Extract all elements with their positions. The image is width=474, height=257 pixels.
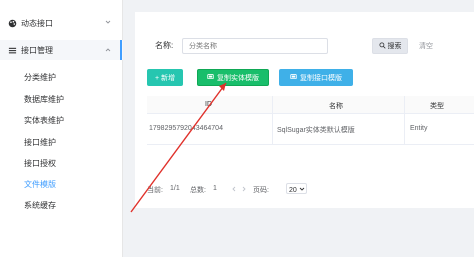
column-header-type: 类型 — [430, 103, 444, 110]
search-button-label: 搜索 — [387, 43, 402, 50]
sidebar-item-category[interactable]: 分类维护 — [0, 68, 56, 86]
sidebar-item-api-authorization[interactable]: 接口授权 — [0, 154, 56, 172]
search-button[interactable]: 搜索 — [372, 38, 408, 54]
copy-entity-template-button[interactable]: 复制实体模版 — [197, 69, 269, 86]
content-panel: 名称: 搜索 清空 + 新增 复制实体模版 复制接口模版 — [135, 12, 474, 208]
add-button[interactable]: + 新增 — [147, 69, 183, 86]
cell-type: Entity — [410, 125, 428, 132]
chevron-down-icon — [104, 18, 112, 26]
page-size-select[interactable]: 20 — [286, 183, 307, 194]
copy-icon — [207, 73, 214, 82]
chevron-down-icon — [299, 186, 305, 194]
sidebar-item-api-management[interactable]: 接口管理 — [0, 40, 123, 60]
menu-icon — [8, 46, 17, 55]
table-row[interactable]: 1798295792043464704 SqlSugar实体类默认模版 Enti… — [147, 114, 474, 145]
sidebar-item-dynamic-api[interactable]: 动态接口 — [0, 14, 123, 32]
sidebar-item-file-template[interactable]: 文件模版 — [0, 175, 56, 193]
chevron-left-icon[interactable] — [229, 184, 239, 194]
sidebar-item-label: 动态接口 — [21, 18, 53, 28]
copy-api-template-button[interactable]: 复制接口模版 — [279, 69, 353, 86]
cell-id: 1798295792043464704 — [149, 125, 223, 132]
chevron-right-icon[interactable] — [239, 184, 249, 194]
main-content: 名称: 搜索 清空 + 新增 复制实体模版 复制接口模版 — [123, 0, 474, 257]
copy-entity-template-label: 复制实体模版 — [217, 74, 259, 82]
active-indicator — [120, 40, 122, 60]
pager-total-label: 总数: — [190, 187, 206, 194]
palette-icon — [8, 19, 17, 28]
name-search-input[interactable] — [182, 38, 328, 54]
table-header: ID 名称 类型 — [147, 96, 474, 114]
copy-api-template-label: 复制接口模版 — [300, 74, 342, 82]
column-header-name: 名称 — [329, 103, 343, 110]
column-header-id: ID — [205, 101, 212, 108]
sidebar-item-api-maintenance[interactable]: 接口维护 — [0, 133, 56, 151]
app-root: 动态接口 接口管理 分类维护 数据库维护 实体表维护 接口维护 接口授权 文件模… — [0, 0, 474, 257]
search-icon — [378, 41, 386, 51]
sidebar-item-label: 接口管理 — [21, 45, 53, 55]
pager-page-size-label: 页码: — [253, 187, 269, 194]
clear-button[interactable]: 清空 — [419, 41, 433, 51]
cell-name: SqlSugar实体类默认模版 — [277, 127, 355, 134]
sidebar-item-system-cache[interactable]: 系统缓存 — [0, 196, 56, 214]
page-size-value: 20 — [289, 187, 297, 194]
sidebar-item-entity-table[interactable]: 实体表维护 — [0, 111, 64, 129]
copy-icon — [290, 73, 297, 82]
chevron-up-icon — [104, 46, 112, 54]
name-label: 名称: — [155, 41, 174, 50]
sidebar: 动态接口 接口管理 分类维护 数据库维护 实体表维护 接口维护 接口授权 文件模… — [0, 0, 123, 257]
pagination: 当前: 1/1 总数: 1 页码: 20 — [147, 182, 447, 196]
sidebar-item-database[interactable]: 数据库维护 — [0, 90, 64, 108]
pager-total-value: 1 — [213, 185, 217, 192]
pager-current-label: 当前: — [147, 187, 163, 194]
pager-current-value: 1/1 — [170, 185, 180, 192]
